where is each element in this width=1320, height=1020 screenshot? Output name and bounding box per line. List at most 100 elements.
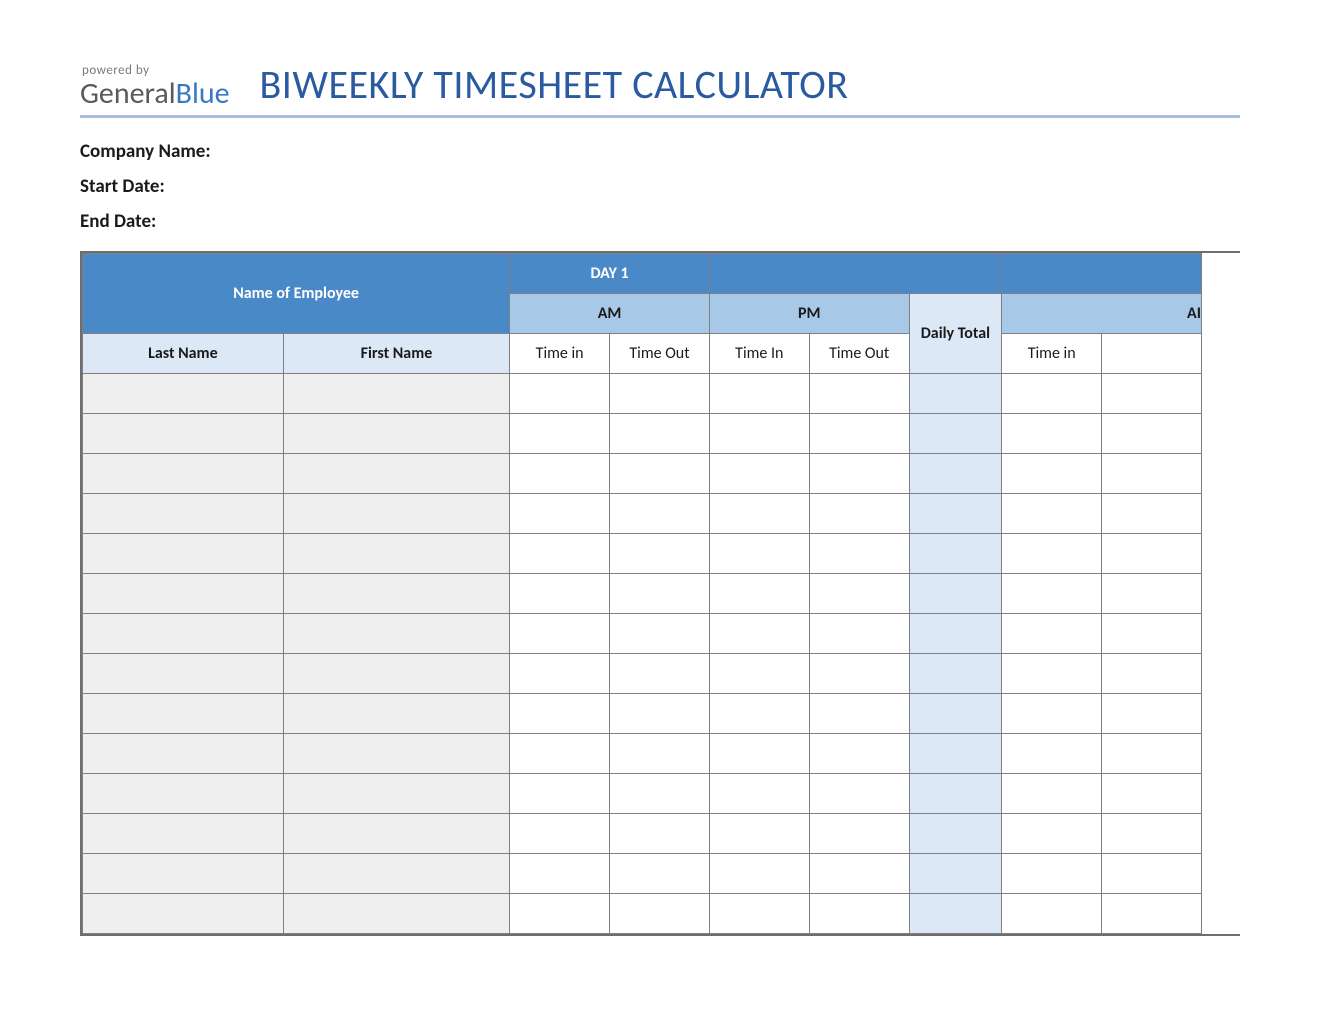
am-time-in-cell[interactable] <box>510 574 610 614</box>
last-name-cell[interactable] <box>83 534 284 574</box>
am-time-out-cell[interactable] <box>610 694 710 734</box>
pm-time-out-cell[interactable] <box>809 734 909 774</box>
pm-time-in-cell[interactable] <box>709 854 809 894</box>
am-time-out-cell[interactable] <box>610 814 710 854</box>
pm-time-out-cell[interactable] <box>809 374 909 414</box>
pm-time-out-cell[interactable] <box>809 574 909 614</box>
am2-time-out-cell[interactable] <box>1102 854 1202 894</box>
am2-time-out-cell[interactable] <box>1102 694 1202 734</box>
daily-total-cell[interactable] <box>909 574 1002 614</box>
pm-time-in-cell[interactable] <box>709 774 809 814</box>
am2-time-in-cell[interactable] <box>1002 694 1102 734</box>
am-time-out-cell[interactable] <box>610 894 710 934</box>
pm-time-out-cell[interactable] <box>809 534 909 574</box>
last-name-cell[interactable] <box>83 654 284 694</box>
first-name-cell[interactable] <box>283 614 509 654</box>
daily-total-cell[interactable] <box>909 494 1002 534</box>
first-name-cell[interactable] <box>283 654 509 694</box>
last-name-cell[interactable] <box>83 814 284 854</box>
daily-total-cell[interactable] <box>909 734 1002 774</box>
am-time-out-cell[interactable] <box>610 774 710 814</box>
am2-time-in-cell[interactable] <box>1002 774 1102 814</box>
am2-time-out-cell[interactable] <box>1102 814 1202 854</box>
am2-time-in-cell[interactable] <box>1002 614 1102 654</box>
am2-time-out-cell[interactable] <box>1102 774 1202 814</box>
first-name-cell[interactable] <box>283 814 509 854</box>
first-name-cell[interactable] <box>283 774 509 814</box>
am-time-out-cell[interactable] <box>610 854 710 894</box>
first-name-cell[interactable] <box>283 854 509 894</box>
am-time-out-cell[interactable] <box>610 734 710 774</box>
am-time-in-cell[interactable] <box>510 894 610 934</box>
daily-total-cell[interactable] <box>909 814 1002 854</box>
daily-total-cell[interactable] <box>909 694 1002 734</box>
daily-total-cell[interactable] <box>909 414 1002 454</box>
am2-time-in-cell[interactable] <box>1002 854 1102 894</box>
am2-time-out-cell[interactable] <box>1102 534 1202 574</box>
am2-time-out-cell[interactable] <box>1102 894 1202 934</box>
am2-time-out-cell[interactable] <box>1102 454 1202 494</box>
am2-time-out-cell[interactable] <box>1102 614 1202 654</box>
pm-time-out-cell[interactable] <box>809 854 909 894</box>
pm-time-in-cell[interactable] <box>709 534 809 574</box>
am2-time-in-cell[interactable] <box>1002 894 1102 934</box>
first-name-cell[interactable] <box>283 734 509 774</box>
am-time-in-cell[interactable] <box>510 614 610 654</box>
pm-time-out-cell[interactable] <box>809 894 909 934</box>
last-name-cell[interactable] <box>83 494 284 534</box>
last-name-cell[interactable] <box>83 734 284 774</box>
pm-time-in-cell[interactable] <box>709 814 809 854</box>
am-time-in-cell[interactable] <box>510 774 610 814</box>
pm-time-out-cell[interactable] <box>809 694 909 734</box>
am2-time-out-cell[interactable] <box>1102 574 1202 614</box>
am-time-in-cell[interactable] <box>510 414 610 454</box>
am-time-out-cell[interactable] <box>610 654 710 694</box>
am2-time-in-cell[interactable] <box>1002 534 1102 574</box>
pm-time-out-cell[interactable] <box>809 614 909 654</box>
pm-time-out-cell[interactable] <box>809 414 909 454</box>
am2-time-in-cell[interactable] <box>1002 734 1102 774</box>
pm-time-in-cell[interactable] <box>709 414 809 454</box>
am2-time-in-cell[interactable] <box>1002 454 1102 494</box>
am-time-out-cell[interactable] <box>610 374 710 414</box>
am-time-out-cell[interactable] <box>610 454 710 494</box>
am2-time-in-cell[interactable] <box>1002 574 1102 614</box>
first-name-cell[interactable] <box>283 574 509 614</box>
last-name-cell[interactable] <box>83 454 284 494</box>
am-time-in-cell[interactable] <box>510 534 610 574</box>
last-name-cell[interactable] <box>83 374 284 414</box>
daily-total-cell[interactable] <box>909 654 1002 694</box>
pm-time-out-cell[interactable] <box>809 454 909 494</box>
daily-total-cell[interactable] <box>909 894 1002 934</box>
daily-total-cell[interactable] <box>909 774 1002 814</box>
first-name-cell[interactable] <box>283 454 509 494</box>
daily-total-cell[interactable] <box>909 854 1002 894</box>
pm-time-out-cell[interactable] <box>809 814 909 854</box>
first-name-cell[interactable] <box>283 494 509 534</box>
am2-time-in-cell[interactable] <box>1002 654 1102 694</box>
am-time-in-cell[interactable] <box>510 854 610 894</box>
am2-time-out-cell[interactable] <box>1102 374 1202 414</box>
am-time-out-cell[interactable] <box>610 614 710 654</box>
pm-time-in-cell[interactable] <box>709 494 809 534</box>
am2-time-in-cell[interactable] <box>1002 814 1102 854</box>
am2-time-in-cell[interactable] <box>1002 374 1102 414</box>
am2-time-out-cell[interactable] <box>1102 414 1202 454</box>
pm-time-in-cell[interactable] <box>709 694 809 734</box>
pm-time-in-cell[interactable] <box>709 614 809 654</box>
pm-time-out-cell[interactable] <box>809 654 909 694</box>
last-name-cell[interactable] <box>83 414 284 454</box>
last-name-cell[interactable] <box>83 854 284 894</box>
am2-time-out-cell[interactable] <box>1102 494 1202 534</box>
am-time-out-cell[interactable] <box>610 574 710 614</box>
last-name-cell[interactable] <box>83 574 284 614</box>
pm-time-in-cell[interactable] <box>709 374 809 414</box>
am-time-in-cell[interactable] <box>510 374 610 414</box>
am2-time-in-cell[interactable] <box>1002 414 1102 454</box>
am-time-out-cell[interactable] <box>610 534 710 574</box>
am-time-in-cell[interactable] <box>510 734 610 774</box>
am2-time-in-cell[interactable] <box>1002 494 1102 534</box>
pm-time-in-cell[interactable] <box>709 734 809 774</box>
first-name-cell[interactable] <box>283 894 509 934</box>
pm-time-out-cell[interactable] <box>809 774 909 814</box>
